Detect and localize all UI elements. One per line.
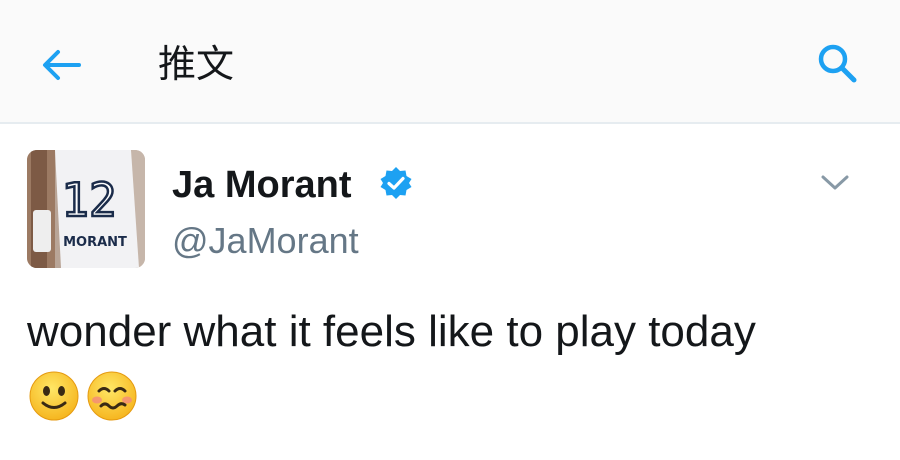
- tweet-detail-screen: 推文 12 MORANT Ja Morant @JaMorant wonder …: [0, 0, 900, 460]
- avatar[interactable]: 12 MORANT: [27, 150, 145, 268]
- slightly-smiling-face-icon: [29, 371, 79, 421]
- verified-badge-icon: [379, 166, 413, 200]
- search-icon: [818, 44, 857, 83]
- tweet-options-button[interactable]: [815, 168, 855, 198]
- arrow-left-icon: [43, 50, 81, 80]
- page-title: 推文: [158, 42, 235, 86]
- tweet-text: wonder what it feels like to play today: [27, 307, 756, 356]
- jersey-number: 12: [61, 173, 116, 227]
- back-button[interactable]: [36, 40, 86, 90]
- top-app-bar: 推文: [0, 0, 900, 124]
- author-handle[interactable]: @JaMorant: [172, 218, 359, 264]
- woozy-face-icon: [87, 371, 137, 421]
- chevron-down-icon: [821, 175, 849, 190]
- tweet-emojis: [28, 370, 138, 426]
- search-button[interactable]: [812, 38, 864, 90]
- jersey-photo: 12 MORANT: [27, 150, 145, 268]
- author-name[interactable]: Ja Morant: [172, 160, 351, 210]
- jersey-name: MORANT: [63, 235, 127, 250]
